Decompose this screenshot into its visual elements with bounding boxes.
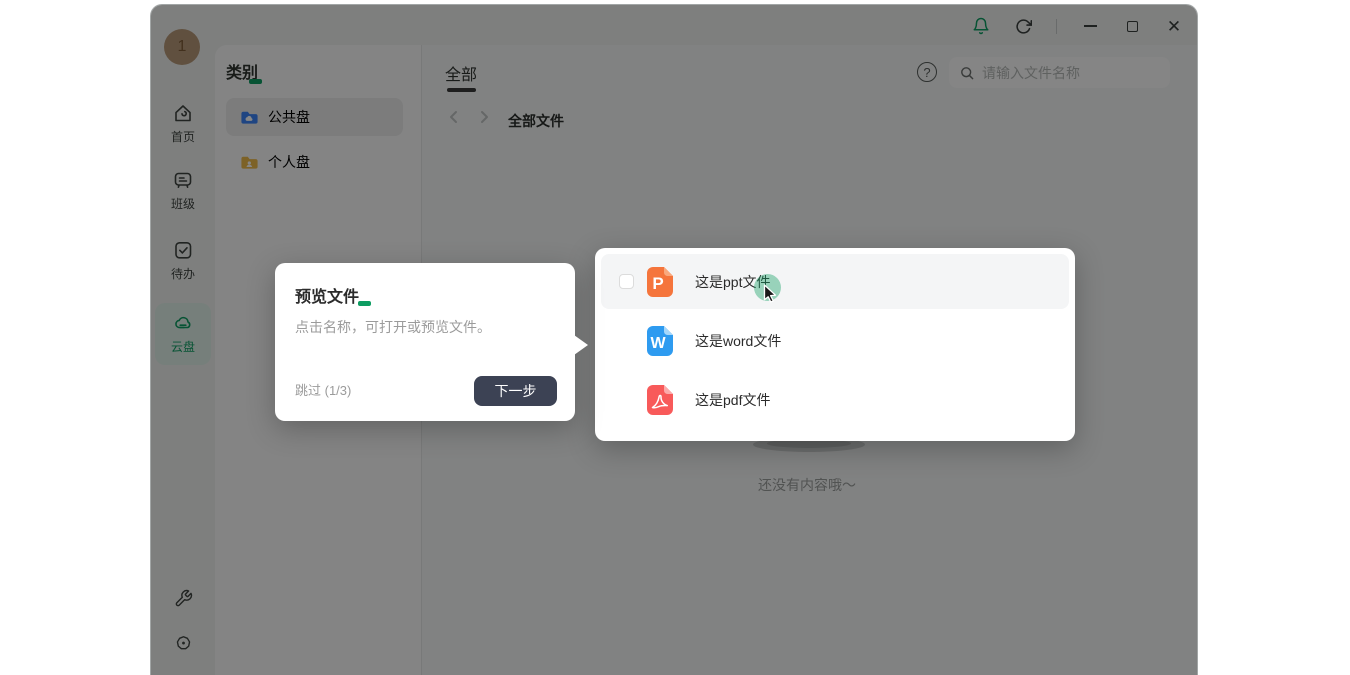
app-window: ✕ 1 首页 班级 待办 [150,4,1198,675]
tutorial-tooltip: 预览文件 点击名称，可打开或预览文件。 跳过 (1/3) 下一步 [275,263,575,421]
pdf-file-icon [645,384,675,416]
file-name[interactable]: 这是pdf文件 [695,390,770,410]
word-file-icon: W [645,325,675,357]
tooltip-body: 点击名称，可打开或预览文件。 [295,317,555,337]
file-row-word[interactable]: W 这是word文件 [601,313,1069,368]
file-row-pdf[interactable]: 这是pdf文件 [601,372,1069,427]
mouse-cursor-icon [763,284,781,308]
file-list-card: P 这是ppt文件 W 这是word文件 这是pdf文件 [595,248,1075,441]
file-row-ppt[interactable]: P 这是ppt文件 [601,254,1069,309]
skip-button[interactable]: 跳过 (1/3) [295,380,351,399]
tooltip-arrow [574,335,588,355]
tooltip-title-accent [358,301,371,306]
svg-text:W: W [650,335,666,352]
ppt-file-icon: P [645,266,675,298]
next-step-button[interactable]: 下一步 [474,376,557,406]
svg-text:P: P [652,274,663,293]
file-checkbox[interactable] [619,274,634,289]
desktop: ✕ 1 首页 班级 待办 [0,0,1350,675]
tooltip-title: 预览文件 [295,283,359,307]
file-name[interactable]: 这是word文件 [695,331,781,351]
